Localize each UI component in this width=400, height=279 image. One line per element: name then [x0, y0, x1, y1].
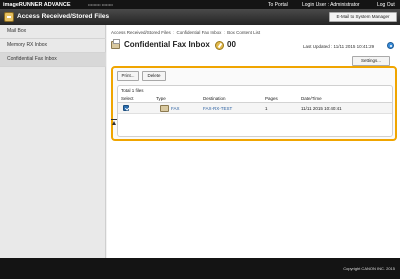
email-system-manager-button[interactable]: E-Mail to System Manager	[329, 12, 397, 22]
footer: Copyright CANON INC. 2015	[0, 258, 400, 279]
breadcrumb-confidential-fax-inbox[interactable]: Confidential Fax Inbox	[177, 30, 222, 35]
sidebar-item-mail-box[interactable]: Mail Box	[0, 25, 106, 39]
title-bar: Access Received/Stored Files E-Mail to S…	[0, 9, 400, 25]
delete-button[interactable]: Delete	[142, 71, 166, 81]
column-destination: Destination	[203, 96, 226, 101]
table-header: Select Type Destination Pages Date/Time	[118, 95, 392, 103]
device-name: ••••••••• ••••••••	[88, 2, 113, 7]
file-pages: 1	[265, 106, 268, 111]
column-pages: Pages	[265, 96, 278, 101]
column-type: Type	[156, 96, 166, 101]
file-datetime: 11/11 2015 10:40:41	[301, 106, 342, 111]
breadcrumb-access-files[interactable]: Access Received/Stored Files	[111, 30, 171, 35]
last-updated: Last Updated : 11/11 2015 10:41:29	[303, 44, 375, 49]
login-user-label: Login User : Administrator	[302, 2, 360, 8]
table-row[interactable]: FAX FAX-RX-TEST 1 11/11 2015 10:40:41	[118, 103, 392, 114]
box-key-icon	[215, 41, 224, 50]
file-list-panel: Print... Delete Total 1 files Select Typ…	[111, 66, 397, 141]
sidebar: Mail Box Memory RX Inbox Confidential Fa…	[0, 25, 106, 258]
scroll-to-top-icon[interactable]	[111, 119, 117, 125]
breadcrumb-separator: :	[171, 30, 176, 35]
logout-link[interactable]: Log Out	[377, 2, 395, 8]
inbox-title: Confidential Fax Inbox	[124, 40, 210, 49]
sidebar-item-confidential-fax-inbox[interactable]: Confidential Fax Inbox	[0, 53, 106, 67]
file-table: Total 1 files Select Type Destination Pa…	[117, 85, 393, 137]
box-number: 00	[227, 40, 236, 49]
top-bar: imageRUNNER ADVANCE ••••••••• •••••••• T…	[0, 0, 400, 9]
refresh-icon[interactable]	[387, 42, 394, 49]
breadcrumb: Access Received/Stored Files : Confident…	[111, 30, 260, 35]
to-portal-link[interactable]: To Portal	[268, 2, 288, 8]
copyright: Copyright CANON INC. 2015	[343, 266, 395, 271]
breadcrumb-separator: :	[222, 30, 227, 35]
page-title: Access Received/Stored Files	[17, 13, 110, 20]
file-destination-link[interactable]: FAX-RX-TEST	[203, 106, 232, 111]
inbox-icon	[4, 12, 14, 22]
file-type: FAX	[171, 106, 180, 111]
total-files: Total 1 files	[121, 88, 144, 93]
column-datetime: Date/Time	[301, 96, 322, 101]
sidebar-item-memory-rx-inbox[interactable]: Memory RX Inbox	[0, 39, 106, 53]
column-select: Select	[121, 96, 134, 101]
product-name: imageRUNNER ADVANCE	[3, 1, 71, 8]
breadcrumb-current: Box Content List	[227, 30, 261, 35]
fax-inbox-icon	[111, 39, 120, 49]
main-content: Access Received/Stored Files : Confident…	[107, 25, 400, 258]
print-button[interactable]: Print...	[117, 71, 139, 81]
select-checkbox[interactable]	[123, 105, 129, 111]
settings-button[interactable]: Settings...	[352, 56, 390, 66]
fax-file-icon	[160, 105, 169, 112]
